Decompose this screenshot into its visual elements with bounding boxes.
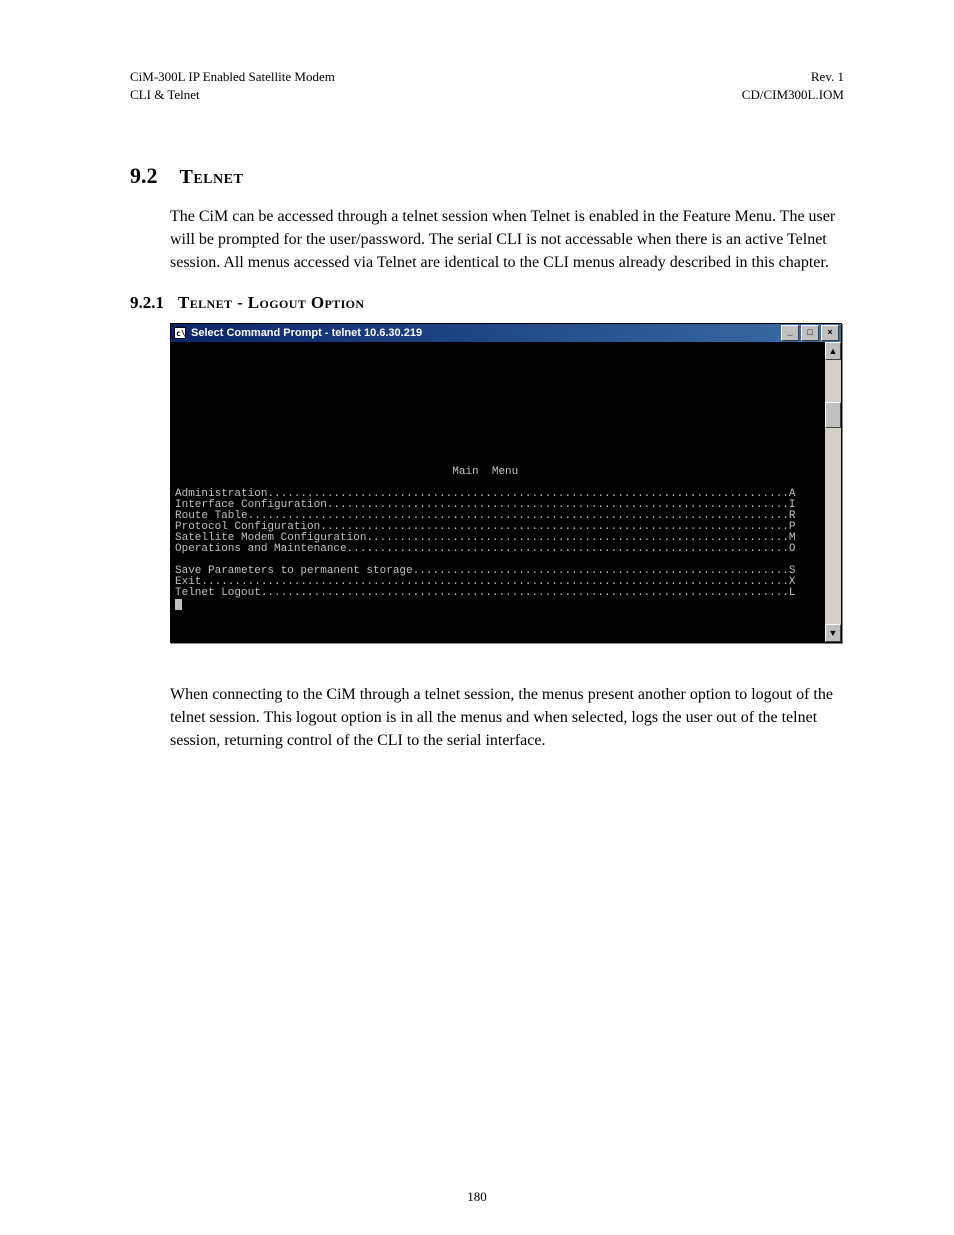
header-right: Rev. 1 CD/CIM300L.IOM bbox=[742, 68, 844, 103]
window-controls: _ □ × bbox=[781, 325, 839, 341]
section-paragraph: The CiM can be accessed through a telnet… bbox=[170, 205, 844, 275]
scroll-up-button[interactable]: ▲ bbox=[825, 342, 841, 360]
header-left: CiM-300L IP Enabled Satellite Modem CLI … bbox=[130, 68, 335, 103]
page-number: 180 bbox=[0, 1189, 954, 1205]
terminal-titlebar: c\ Select Command Prompt - telnet 10.6.3… bbox=[171, 324, 841, 342]
subsection-heading: 9.2.1 Telnet - Logout Option bbox=[130, 293, 844, 313]
maximize-button[interactable]: □ bbox=[801, 325, 819, 341]
document-page: CiM-300L IP Enabled Satellite Modem CLI … bbox=[0, 0, 954, 1235]
terminal-body-wrap: Main Menu Administration................… bbox=[171, 342, 841, 642]
terminal-scrollbar: ▲ ▼ bbox=[825, 342, 841, 642]
page-header: CiM-300L IP Enabled Satellite Modem CLI … bbox=[130, 68, 844, 103]
subsection-number: 9.2.1 bbox=[130, 293, 164, 312]
terminal-content[interactable]: Main Menu Administration................… bbox=[171, 342, 825, 642]
close-button[interactable]: × bbox=[821, 325, 839, 341]
subsection-title: Telnet - Logout Option bbox=[178, 293, 364, 312]
subsection-paragraph: When connecting to the CiM through a tel… bbox=[170, 683, 844, 753]
scroll-down-button[interactable]: ▼ bbox=[825, 624, 841, 642]
header-left-line1: CiM-300L IP Enabled Satellite Modem bbox=[130, 69, 335, 84]
terminal-window: c\ Select Command Prompt - telnet 10.6.3… bbox=[170, 323, 842, 643]
svg-text:c\: c\ bbox=[176, 329, 186, 338]
section-number: 9.2 bbox=[130, 163, 158, 189]
scroll-thumb[interactable] bbox=[825, 402, 841, 428]
section-heading: 9.2 Telnet bbox=[130, 163, 844, 189]
terminal-system-icon: c\ bbox=[173, 326, 187, 340]
header-right-line2: CD/CIM300L.IOM bbox=[742, 87, 844, 102]
terminal-cursor bbox=[175, 599, 182, 610]
section-title: Telnet bbox=[180, 166, 244, 188]
header-right-line1: Rev. 1 bbox=[811, 69, 844, 84]
scroll-track[interactable] bbox=[825, 360, 841, 624]
header-left-line2: CLI & Telnet bbox=[130, 87, 200, 102]
minimize-button[interactable]: _ bbox=[781, 325, 799, 341]
terminal-title-text: Select Command Prompt - telnet 10.6.30.2… bbox=[191, 327, 781, 339]
